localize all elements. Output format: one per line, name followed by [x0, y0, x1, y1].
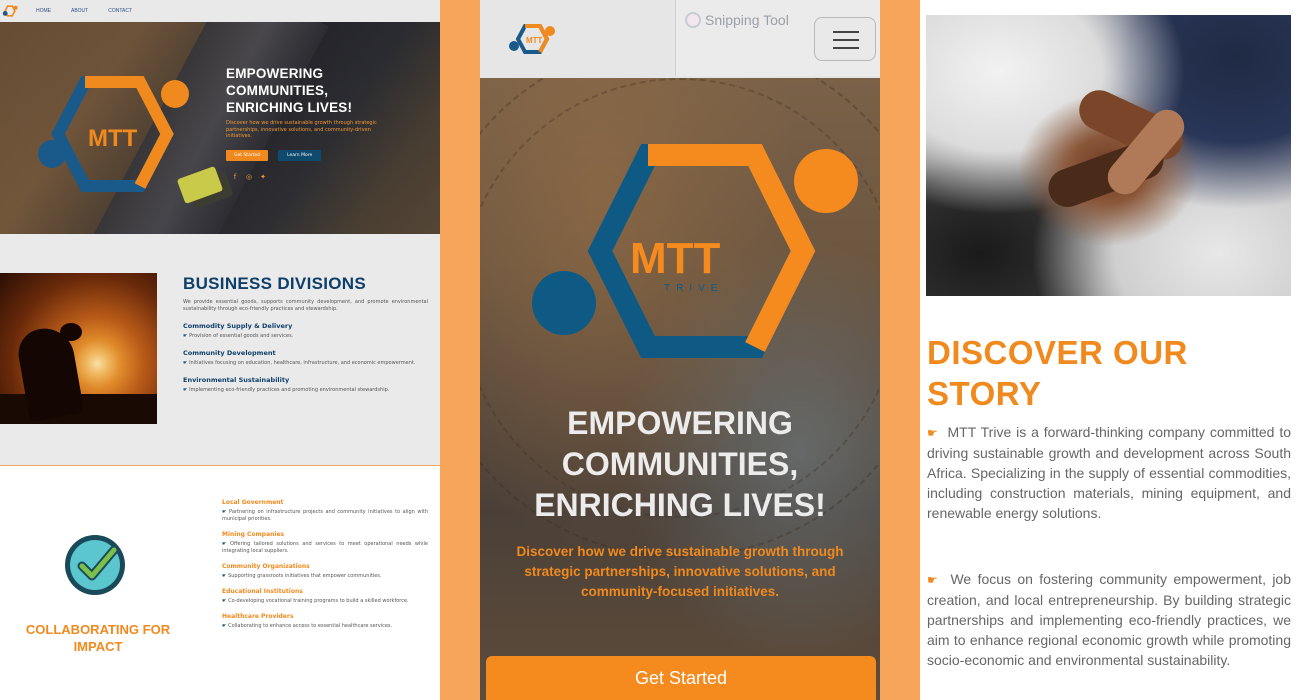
svg-text:MTT: MTT — [88, 125, 138, 152]
divisions-intro: We provide essential goods, supports com… — [183, 299, 428, 312]
division-heading: Commodity Supply & Delivery — [183, 322, 293, 330]
partner-heading: Community Organizations — [222, 563, 310, 570]
facebook-icon[interactable]: f — [231, 173, 239, 181]
partner-text: ☛ Collaborating to enhance access to ess… — [222, 623, 393, 629]
svg-text:TRIVE: TRIVE — [664, 283, 723, 294]
pointing-hand-icon: ☛ — [183, 333, 188, 339]
partner-text: ☛ Supporting grassroots initiatives that… — [222, 573, 382, 579]
nav-home-link[interactable]: HOME — [36, 8, 51, 14]
checkmark-badge-icon — [65, 535, 125, 595]
get-started-button[interactable]: Get Started — [226, 149, 269, 161]
division-text: ☛ Initiatives focusing on education, hea… — [183, 360, 416, 366]
partner-heading: Local Government — [222, 499, 284, 506]
svg-text:MTT: MTT — [630, 234, 721, 283]
division-text: ☛ Implementing eco-friendly practices an… — [183, 387, 390, 393]
mtt-hero-logo-icon: MTT — [38, 76, 189, 192]
social-links: f ◎ ✦ — [231, 173, 396, 181]
partner-text: ☛ Offering tailored solutions and servic… — [222, 541, 429, 554]
story-title: DISCOVER OUR STORY — [927, 334, 1188, 412]
story-paragraph: ☛ We focus on fostering community empowe… — [927, 571, 1291, 668]
worker-sunset-image — [0, 273, 157, 424]
partner-heading: Mining Companies — [222, 531, 285, 538]
team-hands-image — [926, 15, 1291, 296]
hamburger-menu-button[interactable] — [814, 17, 876, 61]
instagram-icon[interactable]: ◎ — [245, 173, 253, 181]
about-preview: DISCOVER OUR STORY ☛ MTT Trive is a forw… — [920, 0, 1300, 700]
mtt-logo-icon[interactable]: MTT — [506, 22, 556, 56]
desktop-hero-subtitle: Discover how we drive sustainable growth… — [226, 120, 377, 139]
pointing-hand-icon: ☛ — [927, 573, 938, 587]
snipping-tool-label[interactable]: Snipping Tool — [685, 12, 789, 28]
pointing-hand-icon: ☛ — [222, 623, 227, 629]
desktop-preview: HOME ABOUT CONTACT MTT EMPOWERING COMMUN… — [0, 0, 440, 700]
partner-text: ☛ Partnering on infrastructure projects … — [222, 509, 428, 522]
twitter-icon[interactable]: ✦ — [259, 173, 267, 181]
division-heading: Community Development — [183, 349, 276, 357]
snipping-tool-icon — [685, 12, 701, 28]
hamburger-line — [833, 39, 859, 41]
mobile-hero: MTT TRIVE EMPOWERING COMMUNITIES, ENRICH… — [480, 78, 880, 700]
division-text: ☛ Provision of essential goods and servi… — [183, 333, 294, 339]
hamburger-line — [833, 47, 859, 49]
partner-heading: Healthcare Providers — [222, 613, 294, 620]
hamburger-line — [833, 31, 859, 33]
story-paragraph: ☛ MTT Trive is a forward-thinking compan… — [927, 424, 1291, 521]
division-heading: Environmental Sustainability — [183, 376, 290, 384]
nav-contact-link[interactable]: CONTACT — [108, 8, 132, 14]
partner-heading: Educational Institutions — [222, 588, 303, 595]
mtt-logo-icon[interactable] — [2, 4, 18, 18]
collab-title: COLLABORATING FOR IMPACT — [25, 622, 171, 654]
pointing-hand-icon: ☛ — [222, 541, 227, 547]
mobile-navbar: MTT Snipping Tool — [480, 0, 880, 78]
pointing-hand-icon: ☛ — [222, 598, 227, 604]
collaborating-section: COLLABORATING FOR IMPACT Local Governmen… — [0, 466, 440, 700]
mobile-hero-title: EMPOWERING COMMUNITIES, ENRICHING LIVES! — [534, 405, 826, 523]
partner-text: ☛ Co-developing vocational training prog… — [222, 598, 409, 604]
mobile-hero-subtitle: Discover how we drive sustainable growth… — [516, 544, 844, 599]
mobile-preview: MTT Snipping Tool MTT TRIVE EMPOWERING C… — [480, 0, 880, 700]
pointing-hand-icon: ☛ — [222, 573, 227, 579]
learn-more-button[interactable]: Learn More — [278, 149, 322, 161]
divisions-title: BUSINESS DIVISIONS — [183, 274, 366, 293]
desktop-hero-text: EMPOWERING COMMUNITIES, ENRICHING LIVES!… — [226, 65, 396, 181]
desktop-hero: MTT EMPOWERING COMMUNITIES, ENRICHING LI… — [0, 22, 440, 234]
nav-about-link[interactable]: ABOUT — [71, 8, 88, 14]
mtt-hero-logo-icon: MTT TRIVE — [532, 144, 858, 358]
desktop-hero-title: EMPOWERING COMMUNITIES, ENRICHING LIVES! — [226, 66, 353, 115]
svg-text:MTT: MTT — [526, 36, 543, 45]
pointing-hand-icon: ☛ — [183, 360, 188, 366]
pointing-hand-icon: ☛ — [183, 387, 188, 393]
pointing-hand-icon: ☛ — [222, 509, 227, 515]
business-divisions-section: BUSINESS DIVISIONS We provide essential … — [0, 234, 440, 466]
desktop-navbar: HOME ABOUT CONTACT — [0, 0, 440, 22]
pointing-hand-icon: ☛ — [927, 426, 938, 440]
get-started-button[interactable]: Get Started — [486, 656, 876, 700]
